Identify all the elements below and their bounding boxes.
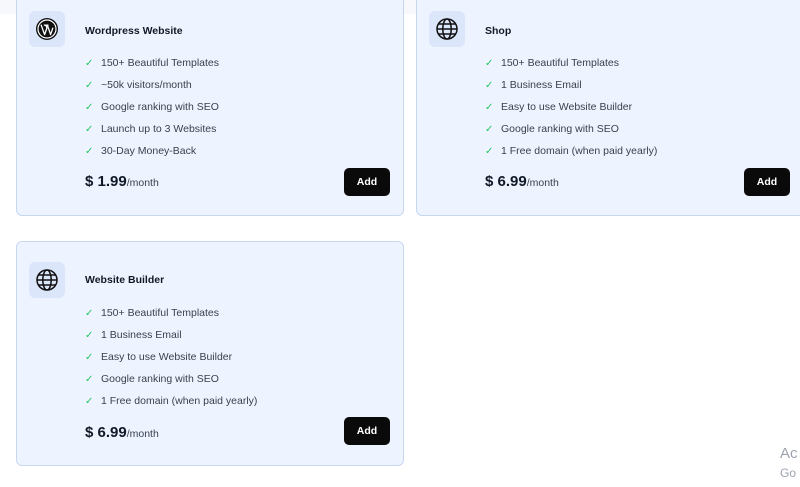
plan-title: Website Builder	[85, 274, 165, 286]
pricing-page: Wordpress Website ✓ 150+ Beautiful Templa…	[0, 0, 800, 487]
add-button[interactable]: Add	[744, 168, 790, 196]
feature-item: ✓ 150+ Beautiful Templates	[85, 307, 220, 319]
check-icon: ✓	[485, 79, 494, 91]
plan-title: Wordpress Website	[85, 25, 183, 37]
check-icon: ✓	[485, 57, 494, 69]
check-icon: ✓	[85, 395, 94, 407]
plan-card-shop: Shop ✓ 150+ Beautiful Templates ✓ 1 Busine…	[416, 0, 800, 216]
feature-item: ✓ 30-Day Money-Back	[85, 145, 197, 157]
price-unit: /month	[526, 177, 559, 189]
feature-item: ✓ 150+ Beautiful Templates	[485, 57, 620, 69]
feature-list: ✓ 150+ Beautiful Templates ✓ 1 Business Em…	[485, 52, 657, 162]
add-button[interactable]: Add	[344, 417, 390, 445]
check-icon: ✓	[85, 101, 94, 113]
plan-icon-box	[429, 11, 465, 47]
plan-card-website-builder: Website Builder ✓ 150+ Beautiful Template…	[16, 241, 404, 466]
activation-watermark: Ac Go	[780, 444, 798, 482]
feature-list: ✓ 150+ Beautiful Templates ✓ 1 Business Em…	[85, 302, 257, 412]
plan-icon-box	[29, 11, 65, 47]
check-icon: ✓	[85, 307, 94, 319]
price-amount: $ 6.99	[485, 173, 527, 190]
plan-icon-box	[29, 262, 65, 298]
feature-item: ✓ Google ranking with SEO	[85, 101, 219, 113]
price-unit: /month	[126, 428, 159, 440]
feature-item: ✓ Launch up to 3 Websites	[85, 123, 217, 135]
plan-price: $ 1.99 /month	[85, 173, 159, 190]
check-icon: ✓	[85, 373, 94, 385]
check-icon: ✓	[85, 351, 94, 363]
feature-item: ✓ 1 Free domain (when paid yearly)	[85, 395, 258, 407]
check-icon: ✓	[485, 145, 494, 157]
price-amount: $ 1.99	[85, 173, 127, 190]
check-icon: ✓	[85, 79, 94, 91]
check-icon: ✓	[85, 57, 94, 69]
wordpress-icon	[36, 18, 58, 40]
plan-title: Shop	[485, 25, 512, 37]
plan-card-wordpress: Wordpress Website ✓ 150+ Beautiful Templa…	[16, 0, 404, 216]
check-icon: ✓	[485, 101, 494, 113]
check-icon: ✓	[485, 123, 494, 135]
check-icon: ✓	[85, 123, 94, 135]
add-button[interactable]: Add	[344, 168, 390, 196]
check-icon: ✓	[85, 329, 94, 341]
watermark-line-2: Go	[780, 466, 797, 480]
watermark-line-1: Ac	[780, 445, 798, 462]
price-amount: $ 6.99	[85, 424, 127, 441]
feature-item: ✓ 1 Business Email	[485, 79, 582, 91]
plan-price: $ 6.99 /month	[85, 424, 159, 441]
feature-item: ✓ Google ranking with SEO	[85, 373, 219, 385]
feature-item: ✓ 1 Free domain (when paid yearly)	[485, 145, 658, 157]
feature-item: ✓ 1 Business Email	[85, 329, 182, 341]
feature-item: ✓ Easy to use Website Builder	[485, 101, 633, 113]
feature-item: ✓ 150+ Beautiful Templates	[85, 57, 220, 69]
feature-item: ✓ Easy to use Website Builder	[85, 351, 233, 363]
plan-price: $ 6.99 /month	[485, 173, 559, 190]
feature-item: ✓ Google ranking with SEO	[485, 123, 619, 135]
globe-icon	[36, 269, 58, 291]
price-unit: /month	[126, 177, 159, 189]
feature-item: ✓ ~50k visitors/month	[85, 79, 192, 91]
check-icon: ✓	[85, 145, 94, 157]
globe-icon	[436, 18, 458, 40]
feature-list: ✓ 150+ Beautiful Templates ✓ ~50k visitors…	[85, 52, 219, 162]
